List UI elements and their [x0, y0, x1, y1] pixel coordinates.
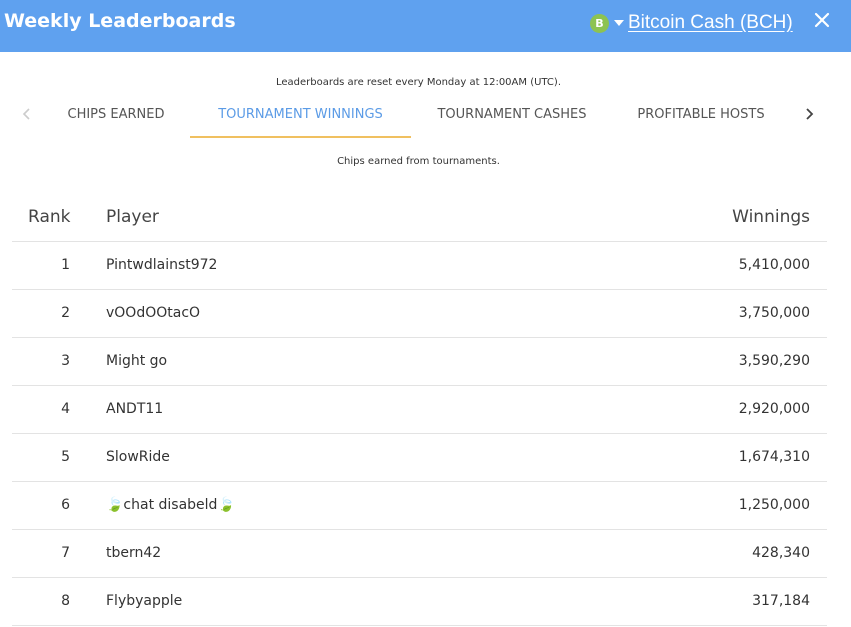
row-rank: 3: [61, 353, 70, 369]
row-player: vOOdOOtacO: [106, 305, 201, 321]
row-winnings: 428,340: [752, 545, 810, 561]
row-winnings: 3,590,290: [738, 353, 810, 369]
row-winnings: 3,750,000: [738, 305, 810, 321]
tab-profitable-hosts[interactable]: PROFITABLE HOSTS: [620, 96, 782, 138]
header-winnings: Winnings: [732, 207, 810, 227]
page-title: Weekly Leaderboards: [4, 10, 236, 32]
table-row: 1 Pintwdlainst972 5,410,000: [12, 242, 827, 290]
header-rank: Rank: [28, 207, 71, 227]
row-rank: 6: [61, 497, 70, 513]
tab-chips-earned[interactable]: CHIPS EARNED: [52, 96, 180, 138]
row-player: Flybyapple: [106, 593, 183, 609]
chevron-left-icon[interactable]: [20, 106, 34, 122]
row-rank: 7: [61, 545, 70, 561]
row-rank: 2: [61, 305, 70, 321]
table-header: Rank Player Winnings: [12, 194, 827, 242]
leaderboard-table: Rank Player Winnings 1 Pintwdlainst972 5…: [12, 194, 827, 626]
chevron-down-icon: [614, 20, 624, 26]
table-row: 8 Flybyapple 317,184: [12, 578, 827, 626]
row-winnings: 1,250,000: [738, 497, 810, 513]
table-row: 7 tbern42 428,340: [12, 530, 827, 578]
row-player: SlowRide: [106, 449, 170, 465]
tab-tournament-cashes[interactable]: TOURNAMENT CASHES: [421, 96, 603, 138]
tab-bar: CHIPS EARNED TOURNAMENT WINNINGS TOURNAM…: [0, 96, 851, 140]
row-player: 🍃chat disabeld🍃: [106, 497, 235, 513]
table-row: 3 Might go 3,590,290: [12, 338, 827, 386]
header-bar: Weekly Leaderboards B Bitcoin Cash (BCH): [0, 0, 851, 52]
header-player: Player: [106, 207, 159, 227]
row-player: Might go: [106, 353, 168, 369]
table-row: 2 vOOdOOtacO 3,750,000: [12, 290, 827, 338]
row-winnings: 5,410,000: [738, 257, 810, 273]
row-player: ANDT11: [106, 401, 164, 417]
table-row: 4 ANDT11 2,920,000: [12, 386, 827, 434]
row-player: tbern42: [106, 545, 162, 561]
row-winnings: 1,674,310: [738, 449, 810, 465]
row-rank: 5: [61, 449, 70, 465]
row-rank: 1: [61, 257, 70, 273]
bitcoin-cash-icon: B: [590, 13, 609, 33]
row-player: Pintwdlainst972: [106, 257, 218, 273]
table-row: 6 🍃chat disabeld🍃 1,250,000: [12, 482, 827, 530]
table-row: 5 SlowRide 1,674,310: [12, 434, 827, 482]
row-rank: 8: [61, 593, 70, 609]
currency-selector[interactable]: B Bitcoin Cash (BCH): [590, 9, 793, 37]
tab-tournament-winnings[interactable]: TOURNAMENT WINNINGS: [190, 96, 411, 138]
currency-label[interactable]: Bitcoin Cash (BCH): [628, 12, 793, 34]
row-winnings: 317,184: [752, 593, 810, 609]
row-rank: 4: [61, 401, 70, 417]
chevron-right-icon[interactable]: [802, 106, 816, 122]
close-icon[interactable]: [812, 10, 832, 30]
row-winnings: 2,920,000: [738, 401, 810, 417]
tab-subtitle: Chips earned from tournaments.: [337, 156, 500, 167]
reset-note: Leaderboards are reset every Monday at 1…: [276, 77, 561, 88]
